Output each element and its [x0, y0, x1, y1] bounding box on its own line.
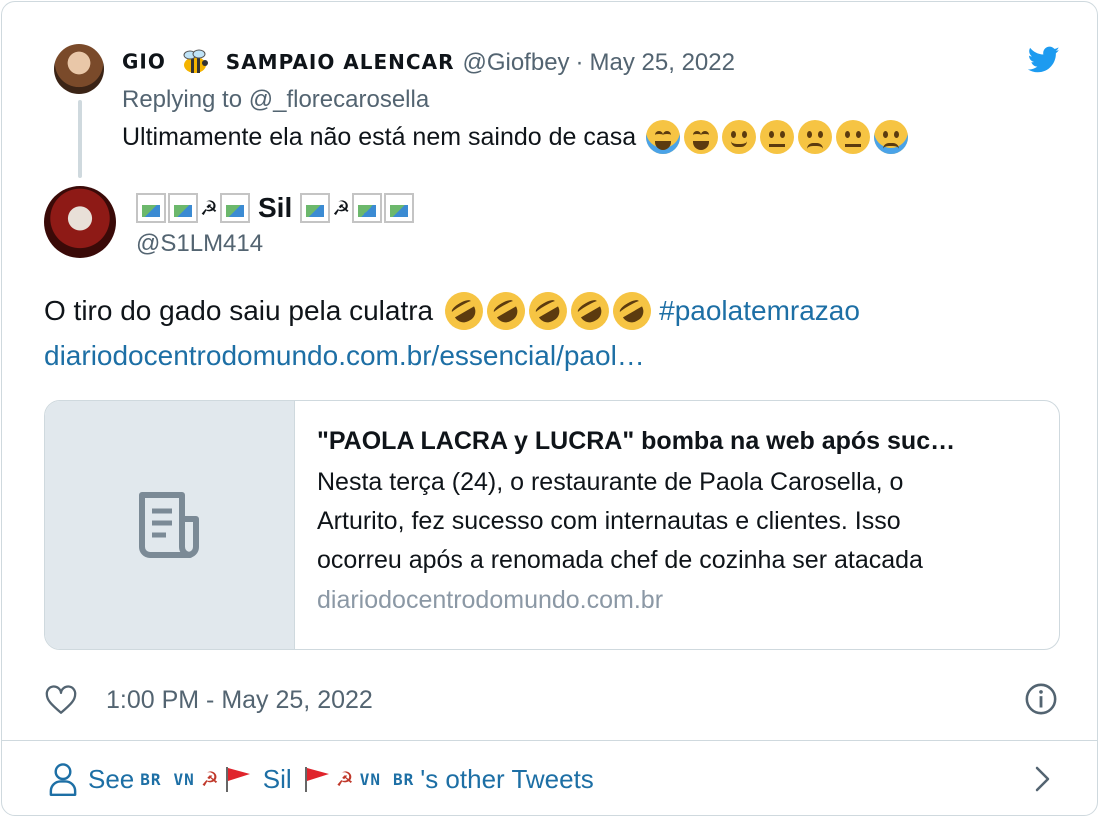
thread-connector	[78, 100, 82, 178]
replying-mention[interactable]: @_florecarosella	[249, 86, 429, 113]
parent-text-body: Ultimamente ela não está nem saindo de c…	[122, 122, 637, 151]
preview-desc-line: Arturito, fez sucesso com internautas e …	[317, 507, 901, 535]
parent-emoji-row	[646, 120, 909, 154]
broken-image-icon	[352, 193, 383, 223]
replying-prefix: Replying to	[122, 86, 243, 113]
rolling-eyes-icon	[836, 120, 871, 154]
parent-name-last: SAMPAIO ALENCAR	[225, 49, 455, 74]
hammer-sickle-icon: ☭	[200, 768, 219, 791]
twitter-bird-icon[interactable]	[1028, 46, 1060, 74]
parent-tweet-header: GIO SAMPAIO ALENCAR @Giofbey · May 25, 2…	[122, 46, 735, 80]
bee-icon	[183, 49, 208, 73]
replying-to-line: Replying to @_florecarosella	[122, 86, 429, 114]
parent-handle[interactable]: @Giofbey	[462, 49, 569, 77]
other-tweets-text: See BR VN ☭ Sil ☭ VN BR 's other Tweets	[88, 764, 594, 795]
broken-image-icon	[384, 193, 415, 223]
frowning-face-icon	[798, 120, 833, 154]
rofl-emoji-icon	[564, 285, 617, 337]
flag-label-br: BR	[392, 769, 415, 789]
rofl-emoji-row	[438, 285, 659, 337]
preview-desc-line: Nesta terça (24), o restaurante de Paola…	[317, 468, 904, 496]
chevron-right-icon[interactable]	[1032, 764, 1054, 794]
flag-label-vn: VN	[359, 769, 381, 789]
heart-icon[interactable]	[44, 683, 78, 717]
parent-avatar[interactable]	[54, 44, 104, 94]
broken-image-icon	[168, 193, 198, 223]
preview-thumbnail	[45, 401, 295, 649]
grinning-face-icon	[684, 120, 719, 154]
rofl-emoji-icon	[480, 285, 533, 337]
loudly-crying-face-icon	[874, 120, 909, 154]
red-flag-icon	[225, 767, 250, 792]
tweet-meta-row: 1:00 PM - May 25, 2022	[44, 680, 373, 720]
main-tweet-text: O tiro do gado saiu pela culatra #paolat…	[44, 285, 860, 337]
newspaper-icon	[138, 492, 199, 558]
footer-name: Sil	[262, 763, 292, 794]
main-text-body: O tiro do gado saiu pela culatra	[44, 295, 434, 326]
parent-date[interactable]: May 25, 2022	[590, 49, 735, 77]
rofl-emoji-icon	[606, 285, 659, 337]
main-avatar[interactable]	[44, 186, 116, 258]
main-display-name[interactable]: ☭ Sil ☭	[136, 190, 415, 226]
broken-image-icon	[220, 193, 250, 223]
broken-image-icon	[136, 193, 166, 223]
confused-face-icon	[760, 120, 795, 154]
see-prefix: See	[88, 763, 135, 794]
preview-body: "PAOLA LACRA y LUCRA" bomba na web após …	[295, 401, 1059, 649]
embedded-tweet-card: GIO SAMPAIO ALENCAR @Giofbey · May 25, 2…	[1, 1, 1098, 816]
tweet-timestamp[interactable]: 1:00 PM - May 25, 2022	[106, 686, 373, 715]
hammer-sickle-icon: ☭	[332, 197, 351, 220]
tears-of-joy-icon	[646, 120, 681, 154]
preview-title: "PAOLA LACRA y LUCRA" bomba na web após …	[317, 427, 956, 455]
main-name-text: Sil	[258, 192, 293, 223]
parent-display-name[interactable]: GIO SAMPAIO ALENCAR	[122, 49, 454, 77]
flag-label-br: BR	[140, 769, 162, 789]
hashtag-link[interactable]: #paolatemrazao	[659, 295, 860, 327]
link-preview-card[interactable]: "PAOLA LACRA y LUCRA" bomba na web após …	[44, 400, 1060, 650]
rofl-emoji-icon	[522, 285, 575, 337]
person-icon	[49, 763, 77, 796]
hammer-sickle-icon: ☭	[335, 768, 354, 791]
other-tweets-suffix: 's other Tweets	[420, 763, 594, 794]
separator-dot: ·	[575, 49, 584, 76]
preview-description: Nesta terça (24), o restaurante de Paola…	[317, 463, 1037, 580]
broken-image-icon	[300, 193, 331, 223]
main-handle[interactable]: @S1LM414	[136, 230, 263, 258]
flag-label-vn: VN	[173, 769, 195, 789]
preview-domain: diariodocentrodomundo.com.br	[317, 586, 664, 614]
article-link[interactable]: diariodocentrodomundo.com.br/essencial/p…	[44, 340, 645, 372]
rofl-emoji-icon	[438, 285, 491, 337]
hammer-sickle-icon: ☭	[200, 197, 218, 220]
info-icon[interactable]	[1024, 682, 1058, 716]
slightly-smiling-face-icon	[722, 120, 757, 154]
parent-tweet-text: Ultimamente ela não está nem saindo de c…	[122, 120, 909, 154]
red-flag-icon	[304, 767, 329, 792]
preview-desc-line: ocorreu após a renomada chef de cozinha …	[317, 546, 923, 574]
see-other-tweets-link[interactable]: See BR VN ☭ Sil ☭ VN BR 's other Tweets	[2, 741, 1097, 815]
parent-name-first: GIO	[122, 49, 166, 74]
